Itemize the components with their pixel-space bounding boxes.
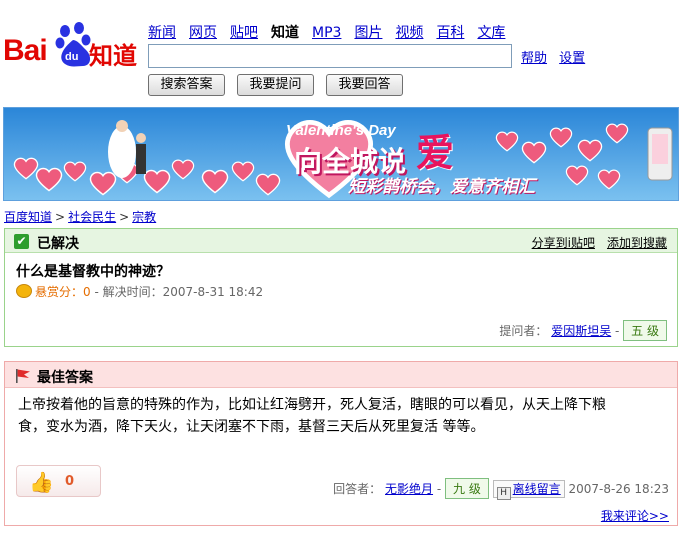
add-favorite-link[interactable]: 添加到搜藏 (607, 236, 667, 250)
svg-text:du: du (65, 51, 78, 63)
breadcrumb-category[interactable]: 社会民生 (68, 210, 116, 224)
question-header: ✔ 已解决 分享到i贴吧 添加到搜藏 (5, 229, 677, 253)
search-answer-button[interactable]: 搜索答案 (148, 74, 225, 96)
nav-item-wrapper: 知道 (271, 25, 299, 41)
answerer-grade-badge: 九 级 (445, 478, 489, 499)
help-links: 帮助 设置 (521, 47, 593, 66)
banner-love-text: 爱 (416, 131, 455, 175)
best-answer-title: 最佳答案 (37, 370, 93, 386)
nav-item-0[interactable]: 新闻 (148, 25, 176, 41)
answer-time: 2007-8-26 18:23 (568, 482, 670, 496)
nav-item-1[interactable]: 网页 (189, 25, 217, 41)
valentine-banner[interactable]: Valentine's Day 向全城说 爱 短彩鹊桥会，爱意齐相汇 (3, 107, 679, 201)
settings-link[interactable]: 设置 (559, 51, 585, 66)
answer-question-button[interactable]: 我要回答 (326, 74, 403, 96)
nav-item-6[interactable]: 视频 (395, 25, 423, 41)
nav-item-4[interactable]: MP3 (312, 25, 341, 41)
breadcrumb-home[interactable]: 百度知道 (4, 210, 52, 224)
nav-item-3[interactable]: 知道 (271, 25, 299, 41)
add-comment-link[interactable]: 我来评论>> (601, 509, 669, 523)
nav-item-wrapper: 文库 (477, 25, 505, 41)
help-link[interactable]: 帮助 (521, 51, 547, 66)
banner-subtitle: 短彩鹊桥会，爱意齐相汇 (348, 177, 535, 197)
nav-item-2[interactable]: 贴吧 (230, 25, 258, 41)
breadcrumb-sep: > (55, 210, 66, 224)
breadcrumb: 百度知道 > 社会民生 > 宗教 (4, 208, 156, 225)
asker-grade-badge: 五 级 (623, 320, 667, 341)
banner-title-en: Valentine's Day (286, 122, 396, 139)
checkmark-icon: ✔ (14, 234, 29, 249)
question-meta: 悬赏分：0 - 解决时间：2007-8-31 18:42 (16, 283, 263, 300)
nav-item-wrapper: 视频 (395, 25, 423, 41)
breadcrumb-sep: > (119, 210, 130, 224)
share-to-tieba-link[interactable]: 分享到i贴吧 (532, 236, 595, 250)
nav-item-8[interactable]: 文库 (477, 25, 505, 41)
nav-item-7[interactable]: 百科 (436, 25, 464, 41)
top-nav: 新闻 网页 贴吧 知道 MP3 图片 视频 百科 文库 (148, 22, 518, 42)
nav-item-wrapper: 贴吧 (230, 25, 258, 41)
offline-message-button[interactable]: H 离线留言 (492, 480, 565, 500)
thumbs-up-icon: 👍 (29, 470, 54, 494)
answerer-label: 回答者： (333, 482, 382, 496)
question-panel: ✔ 已解决 分享到i贴吧 添加到搜藏 什么是基督教中的神迹？ 悬赏分：0 - 解决… (4, 228, 678, 347)
offline-message-link[interactable]: 离线留言 (513, 482, 561, 496)
solved-status: 已解决 (37, 236, 79, 252)
asker-name-link[interactable]: 爱因斯坦吴 (551, 324, 611, 338)
answerer-info: 回答者： 无影绝月 - 九 级 H 离线留言 2007-8-26 18:23 (333, 478, 669, 500)
nav-item-wrapper: 网页 (189, 25, 217, 41)
nav-item-wrapper: 图片 (354, 25, 382, 41)
red-flag-icon (16, 369, 30, 383)
logo-zhidao-text: 知道 (89, 42, 137, 70)
reward-points: 悬赏分：0 (35, 285, 91, 299)
nav-item-wrapper: MP3 (312, 25, 341, 41)
resolved-time: - 解决时间：2007-8-31 18:42 (94, 285, 264, 299)
message-icon: H (496, 487, 511, 500)
best-answer-panel: 最佳答案 上帝按着他的旨意的特殊的作为，比如让红海劈开，死人复活，瞎眼的可以看见… (4, 361, 678, 526)
upvote-count: 0 (65, 474, 75, 489)
breadcrumb-subcategory[interactable]: 宗教 (132, 210, 156, 224)
search-input[interactable] (148, 44, 512, 68)
asker-info: 提问者： 爱因斯坦吴 - 五 级 (499, 320, 667, 341)
comment-area: 我来评论>> (601, 507, 669, 524)
upvote-button[interactable]: 👍 0 (16, 465, 101, 497)
answerer-name-link[interactable]: 无影绝月 (385, 482, 433, 496)
ask-question-button[interactable]: 我要提问 (237, 74, 314, 96)
baidu-zhidao-logo[interactable]: Bai du 知道 (3, 22, 143, 72)
question-title: 什么是基督教中的神迹？ (16, 264, 170, 280)
best-answer-header: 最佳答案 (5, 362, 677, 388)
nav-item-wrapper: 新闻 (148, 25, 176, 41)
nav-item-5[interactable]: 图片 (354, 25, 382, 41)
share-links: 分享到i贴吧 添加到搜藏 (520, 234, 667, 251)
logo-bai-text: Bai (3, 34, 48, 67)
asker-label: 提问者： (499, 324, 548, 338)
coin-icon (16, 284, 32, 298)
nav-item-wrapper: 百科 (436, 25, 464, 41)
best-answer-text: 上帝按着他的旨意的特殊的作为，比如让红海劈开，死人复活，瞎眼的可以看见，从天上降… (18, 397, 606, 435)
